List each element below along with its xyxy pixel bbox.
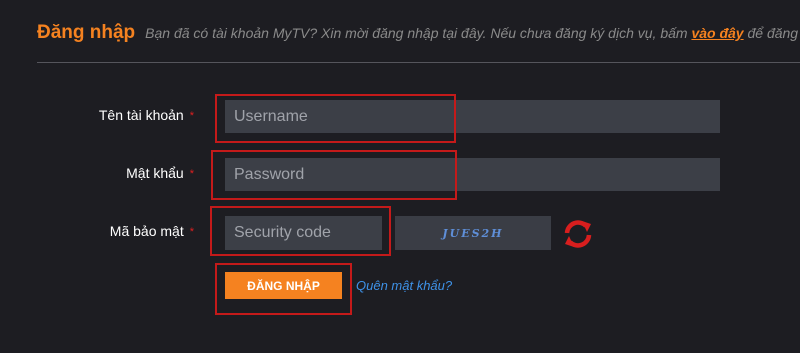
security-code-label: Mã bảo mật * <box>34 223 194 239</box>
captcha-text: JUES2H <box>442 226 504 240</box>
intro-text: Bạn đã có tài khoản MyTV? Xin mời đăng n… <box>145 25 800 41</box>
username-input[interactable] <box>225 100 720 133</box>
security-code-input[interactable] <box>225 216 382 250</box>
password-label: Mật khẩu * <box>34 165 194 181</box>
username-label: Tên tài khoản * <box>34 107 194 123</box>
password-input[interactable] <box>225 158 720 191</box>
security-code-label-text: Mã bảo mật <box>109 223 184 239</box>
register-link[interactable]: vào đây <box>691 25 743 41</box>
password-label-text: Mật khẩu <box>126 165 184 181</box>
username-label-text: Tên tài khoản <box>98 107 184 123</box>
security-code-required-mark: * <box>189 226 194 239</box>
intro-prefix: Bạn đã có tài khoản MyTV? Xin mời đăng n… <box>145 25 692 41</box>
forgot-password-link[interactable]: Quên mật khẩu? <box>356 278 452 293</box>
username-required-mark: * <box>189 110 194 123</box>
page-title: Đăng nhập <box>37 22 136 43</box>
password-required-mark: * <box>189 168 194 181</box>
intro-suffix: để đăng ký <box>747 25 800 41</box>
captcha-image: JUES2H <box>395 216 551 250</box>
header-divider <box>37 62 800 63</box>
refresh-icon[interactable] <box>562 218 594 250</box>
page-header: Đăng nhập Bạn đã có tài khoản MyTV? Xin … <box>37 22 800 44</box>
login-button[interactable]: ĐĂNG NHẬP <box>225 272 342 299</box>
